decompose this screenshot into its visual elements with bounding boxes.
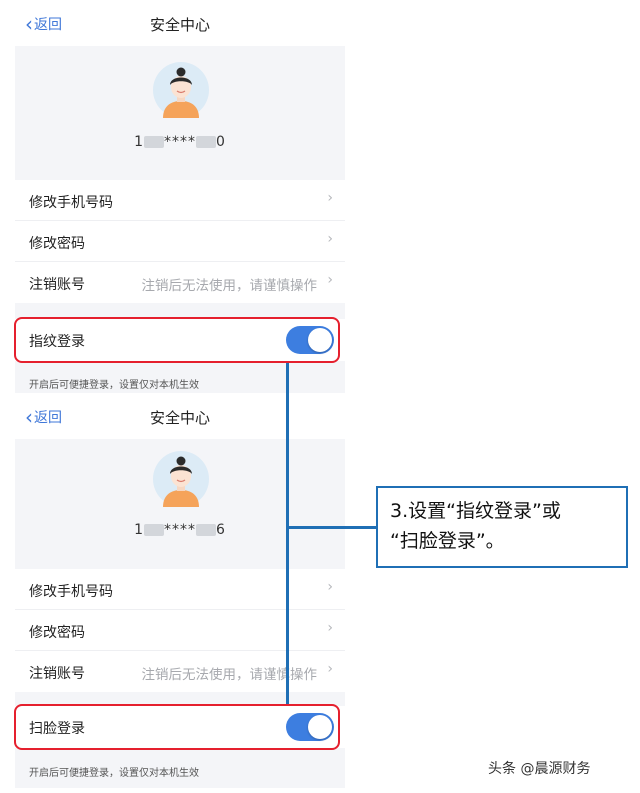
menu-item-change-password[interactable]: 修改密码 › xyxy=(15,610,345,651)
nav-bar: ‹ 返回 安全中心 xyxy=(15,0,345,46)
masked-phone-number: 1 **** 0 xyxy=(134,134,226,150)
face-highlight-box xyxy=(14,704,340,750)
chevron-right-icon: › xyxy=(327,272,333,288)
menu-item-change-phone[interactable]: 修改手机号码 › xyxy=(15,180,345,221)
page-title: 安全中心 xyxy=(149,409,210,427)
redaction-mark xyxy=(144,136,164,148)
redaction-mark xyxy=(196,136,216,148)
fingerprint-highlight-box xyxy=(14,317,340,363)
avatar-icon xyxy=(153,451,209,507)
chevron-right-icon: › xyxy=(327,661,333,677)
menu-item-change-phone[interactable]: 修改手机号码 › xyxy=(15,569,345,610)
nav-bar: ‹ 返回 安全中心 xyxy=(15,393,345,439)
toggle-note: 开启后可便捷登录，设置仅对本机生效 xyxy=(29,380,199,391)
instruction-callout: 3.设置“指纹登录”或 “扫脸登录”。 xyxy=(376,486,628,568)
masked-phone-number: 1 **** 6 xyxy=(134,522,226,538)
menu-item-cancel-account[interactable]: 注销账号 注销后无法使用，请谨慎操作 › xyxy=(15,651,345,692)
account-menu: 修改手机号码 › 修改密码 › 注销账号 注销后无法使用，请谨慎操作 › xyxy=(15,569,345,692)
chevron-right-icon: › xyxy=(327,231,333,247)
toggle-note: 开启后可便捷登录，设置仅对本机生效 xyxy=(29,768,199,779)
avatar-icon xyxy=(153,62,209,118)
watermark: 头条 @晨源财务 xyxy=(488,761,591,777)
page-title: 安全中心 xyxy=(149,16,210,34)
menu-item-cancel-account[interactable]: 注销账号 注销后无法使用，请谨慎操作 › xyxy=(15,262,345,303)
menu-item-change-password[interactable]: 修改密码 › xyxy=(15,221,345,262)
chevron-right-icon: › xyxy=(327,190,333,206)
connector-line-vertical xyxy=(286,363,289,704)
account-menu: 修改手机号码 › 修改密码 › 注销账号 注销后无法使用，请谨慎操作 › xyxy=(15,180,345,303)
redaction-mark xyxy=(196,524,216,536)
connector-line-horizontal xyxy=(286,526,377,529)
chevron-right-icon: › xyxy=(327,579,333,595)
chevron-right-icon: › xyxy=(327,620,333,636)
redaction-mark xyxy=(144,524,164,536)
